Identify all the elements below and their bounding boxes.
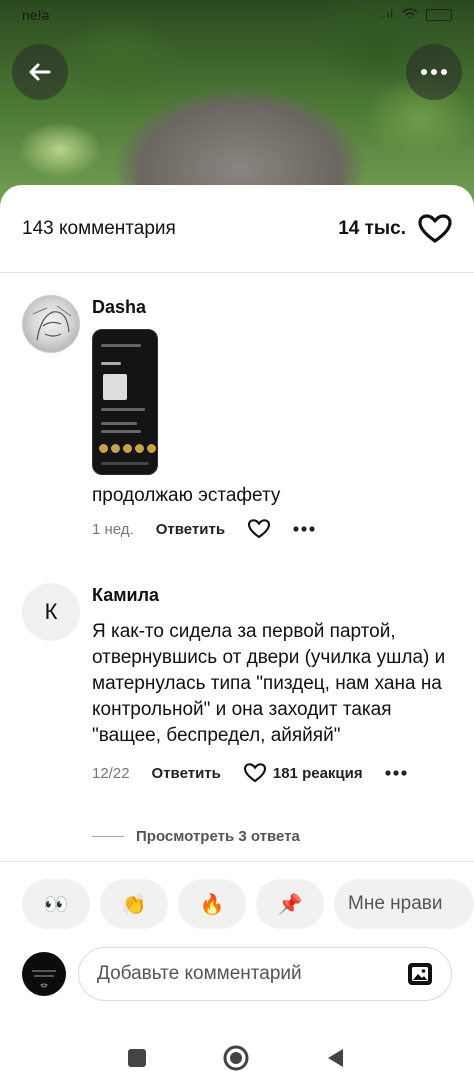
emoji-chip-clap[interactable]: 👏 [100, 879, 168, 929]
wifi-icon [402, 7, 418, 23]
emoji-chip-pin[interactable]: 📌 [256, 879, 324, 929]
comments-sheet: 143 комментария 14 тыс. Dasha продолжаю … [0, 185, 474, 1086]
home-icon[interactable] [222, 1044, 250, 1072]
system-nav-bar [0, 1030, 474, 1086]
image-icon[interactable] [407, 962, 433, 986]
likes-count: 14 тыс. [338, 217, 406, 239]
thumb-line [101, 362, 121, 365]
status-left-text: ne!ə [22, 7, 50, 23]
reply-button[interactable]: Ответить [156, 521, 225, 538]
back-button[interactable] [12, 44, 68, 100]
view-replies-button[interactable]: Просмотреть 3 ответа [92, 828, 300, 845]
comment-actions: 12/22 Ответить 181 реакция [92, 763, 452, 783]
reply-button[interactable]: Ответить [152, 765, 221, 782]
heart-icon[interactable] [247, 519, 271, 539]
status-bar: ne!ə ..ıl [0, 0, 474, 30]
comment-time: 12/22 [92, 764, 130, 782]
thumb-line [101, 422, 137, 425]
view-replies-label: Просмотреть 3 ответа [136, 828, 300, 845]
battery-icon [426, 9, 452, 21]
user-avatar[interactable] [22, 952, 66, 996]
thumb-card [103, 374, 127, 400]
comment-author[interactable]: Камила [92, 583, 452, 607]
divider [0, 861, 474, 862]
more-options-button[interactable] [406, 44, 462, 100]
more-horizontal-icon[interactable] [385, 770, 407, 776]
recents-icon[interactable] [127, 1048, 147, 1068]
avatar[interactable] [22, 295, 80, 353]
comment-composer [22, 947, 452, 1001]
post-photo [0, 0, 474, 215]
more-horizontal-icon[interactable] [293, 526, 315, 532]
comment-body: Dasha продолжаю эстафету 1 нед. Ответить [92, 295, 452, 539]
comment-input[interactable] [97, 963, 377, 985]
thumb-reactions [99, 444, 156, 453]
back-nav-icon[interactable] [325, 1047, 347, 1069]
signal-icon: ..ıl [378, 9, 394, 21]
heart-icon [243, 763, 266, 783]
heart-icon[interactable] [418, 213, 452, 244]
text-chip[interactable]: Мне нрави [334, 879, 474, 929]
comment-actions: 1 нед. Ответить [92, 519, 452, 539]
comment-time: 1 нед. [92, 520, 134, 538]
avatar-letter: К [44, 599, 58, 624]
emoji-chip-fire[interactable]: 🔥 [178, 879, 246, 929]
emoji-chip-eyes[interactable]: 👀 [22, 879, 90, 929]
avatar[interactable]: К [22, 583, 80, 641]
thumb-line [101, 408, 145, 411]
comment-input-box[interactable] [78, 947, 452, 1001]
reaction-chips: 👀 👏 🔥 📌 Мне нрави [22, 879, 474, 929]
thumb-line [101, 344, 141, 347]
likes-area[interactable]: 14 тыс. [338, 213, 452, 244]
comment-text: продолжаю эстафету [92, 485, 281, 506]
more-horizontal-icon [421, 69, 447, 75]
comment-body: Камила Я как-то сидела за первой партой,… [92, 583, 452, 783]
avatar-drawing [32, 970, 56, 988]
comment-text: Я как-то сидела за первой партой, отверн… [92, 621, 446, 746]
status-icons: ..ıl [378, 7, 452, 23]
arrow-left-icon [29, 63, 51, 81]
reaction-count: 181 реакция [272, 764, 363, 782]
thumb-line [101, 462, 149, 465]
comment-image[interactable] [92, 329, 158, 475]
comments-header: 143 комментария 14 тыс. [0, 185, 474, 273]
reaction-button[interactable]: 181 реакция [243, 763, 363, 783]
avatar-drawing [32, 305, 72, 341]
thumb-line [101, 430, 141, 433]
comment-author[interactable]: Dasha [92, 295, 452, 319]
comment-count: 143 комментария [22, 217, 176, 239]
replies-line [92, 836, 124, 837]
